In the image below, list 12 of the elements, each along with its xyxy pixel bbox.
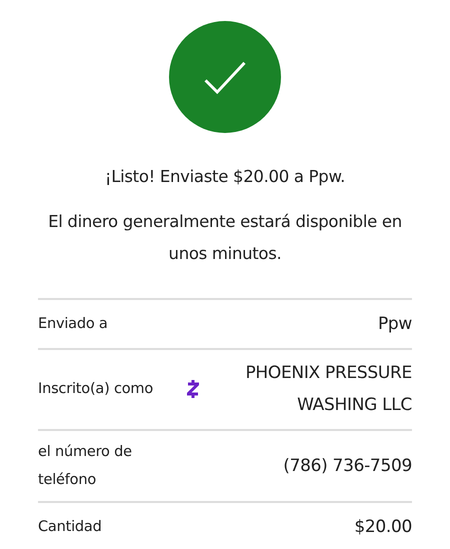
check-icon <box>204 59 246 95</box>
detail-value: $20.00 <box>353 516 412 539</box>
detail-value: (786) 736-7509 <box>282 454 412 478</box>
detail-value: PHOENIX PRESSURE WASHING LLC <box>244 362 412 418</box>
detail-label: Cantidad <box>38 518 103 537</box>
detail-label: el número de teléfono <box>38 442 133 490</box>
info-text: El dinero generalmente estará disponible en unos minutos. <box>47 210 403 265</box>
detail-label: Inscrito(a) como <box>38 380 154 400</box>
currency-icon <box>187 380 199 398</box>
detail-label: Enviado a <box>38 314 109 334</box>
confirmation-message: ¡Listo! Enviaste $20.00 a Ppw. <box>104 166 346 188</box>
detail-value: Ppw <box>376 312 412 336</box>
